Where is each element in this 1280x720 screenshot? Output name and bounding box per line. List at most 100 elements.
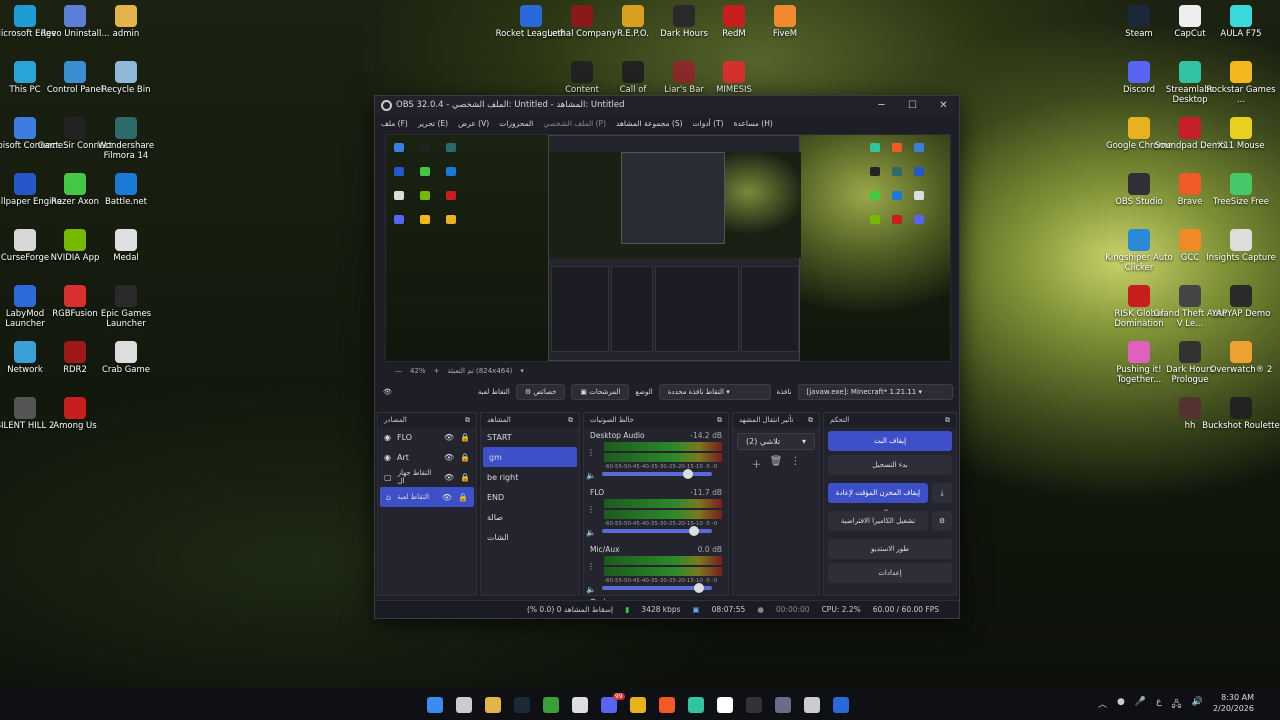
more-icon[interactable]: ⋮ (584, 448, 598, 457)
stop-streaming-button[interactable]: إيقاف البث (828, 431, 952, 451)
remove-transition-icon[interactable]: 🗑 (770, 456, 783, 471)
scene-item[interactable]: START (481, 427, 579, 447)
minimize-button[interactable]: ─ (866, 100, 897, 111)
speaker-icon[interactable]: 🔈 (584, 471, 598, 480)
desktop-icon[interactable]: X11 Mouse (1201, 117, 1280, 151)
taskbar-app-icon[interactable] (775, 697, 791, 713)
desktop-icon[interactable]: Overwatch® 2 (1201, 341, 1280, 375)
taskbar-app-icon[interactable] (688, 697, 704, 713)
taskbar-app-icon[interactable] (427, 697, 443, 713)
taskbar-app-icon[interactable] (630, 697, 646, 713)
menu-view[interactable]: عرض (V) (458, 119, 489, 128)
maximize-button[interactable]: ☐ (897, 100, 928, 111)
more-icon[interactable]: ⋮ (584, 505, 598, 514)
desktop-icon[interactable]: Recycle Bin (86, 61, 166, 95)
mode-select[interactable]: التقاط نافذة محددة ▾ (658, 384, 771, 400)
eye-icon[interactable]: 👁 (444, 433, 454, 442)
volume-knob[interactable] (688, 526, 699, 536)
desktop-icon[interactable]: TreeSize Free (1201, 173, 1280, 207)
desktop-icon[interactable]: AULA F75 (1201, 5, 1280, 39)
source-row-capture-device[interactable]: ▢ التقاط جهاز ال 👁 🔒 (378, 467, 476, 487)
show-hidden-icons[interactable]: ︿ (1098, 697, 1107, 713)
menu-tools[interactable]: أدوات (T) (693, 119, 724, 128)
tray-app-icon[interactable]: ● (1117, 697, 1125, 713)
lock-icon[interactable]: 🔒 (460, 453, 470, 462)
desktop-icon[interactable]: Buckshot Roulette (1201, 397, 1280, 431)
eye-icon[interactable]: 👁 (444, 453, 454, 462)
more-icon[interactable]: ⋮ (584, 562, 598, 571)
properties-button[interactable]: ⚙ خصائص (515, 384, 566, 400)
volume-knob[interactable] (683, 469, 694, 479)
scene-item[interactable]: صالة (481, 507, 579, 527)
menu-help[interactable]: مساعدة (H) (734, 119, 773, 128)
taskbar-app-icon[interactable] (514, 697, 530, 713)
undock-icon[interactable]: ⧉ (568, 413, 573, 427)
menu-docks[interactable]: المحزوزات (499, 119, 533, 128)
undock-icon[interactable]: ⧉ (945, 413, 950, 427)
source-row-art[interactable]: ◉ Art 👁 🔒 (378, 447, 476, 467)
volume-slider[interactable] (602, 469, 712, 479)
eye-icon[interactable]: 👁 (444, 473, 454, 482)
filters-button[interactable]: ▣ المرشحات (571, 384, 630, 400)
scene-item[interactable]: الشات (481, 527, 579, 547)
desktop-icon[interactable]: Crab Game (86, 341, 166, 375)
desktop-icon[interactable]: MIMESIS (694, 61, 774, 95)
stop-replay-buffer-button[interactable]: إيقاف المخزن المؤقت لإعادة العرض (828, 483, 928, 517)
desktop-icon[interactable]: FiveM (745, 5, 825, 39)
lock-icon[interactable]: 🔒 (460, 473, 470, 482)
save-replay-icon[interactable]: ⤓ (932, 483, 952, 503)
volume-knob[interactable] (694, 583, 705, 593)
language-indicator[interactable]: ع (1156, 697, 1161, 713)
start-virtual-camera-button[interactable]: تشغيل الكاميرا الافتراضية (828, 511, 928, 531)
microphone-icon[interactable]: 🎤 (1135, 697, 1146, 713)
lock-icon[interactable]: 🔒 (458, 493, 468, 502)
zoom-out-icon[interactable]: — (395, 367, 402, 375)
taskbar-app-icon[interactable] (746, 697, 762, 713)
taskbar-app-icon[interactable] (543, 697, 559, 713)
taskbar-app-icon[interactable] (833, 697, 849, 713)
speaker-icon[interactable]: 🔈 (584, 585, 598, 594)
taskbar-app-icon[interactable] (572, 697, 588, 713)
taskbar-app-icon[interactable] (804, 697, 820, 713)
taskbar-app-icon[interactable] (485, 697, 501, 713)
studio-mode-button[interactable]: طور الاستديو (828, 539, 952, 559)
clock[interactable]: 8:30 AM 2/20/2026 (1213, 692, 1254, 714)
menu-edit[interactable]: تحرير (E) (418, 119, 448, 128)
desktop-icon[interactable]: admin (86, 5, 166, 39)
settings-button[interactable]: إعدادات (828, 563, 952, 583)
desktop-icon[interactable]: YAPYAP Demo (1201, 285, 1280, 319)
undock-icon[interactable]: ⧉ (717, 413, 722, 427)
window-select[interactable]: [javaw.exe]: Minecraft* 1.21.11 ▾ (797, 384, 953, 400)
scene-item[interactable]: gm (483, 447, 577, 467)
taskbar-app-icon[interactable] (659, 697, 675, 713)
zoom-dropdown-icon[interactable]: ▾ (520, 367, 524, 375)
volume-slider[interactable] (602, 583, 712, 593)
undock-icon[interactable]: ⧉ (808, 413, 813, 427)
add-transition-icon[interactable]: ＋ (752, 456, 762, 471)
menu-profile[interactable]: الملف الشخصي (P) (543, 119, 606, 128)
speaker-icon[interactable]: 🔈 (584, 528, 598, 537)
taskbar-app-icon[interactable] (456, 697, 472, 713)
source-row-flo[interactable]: ◉ FLO 👁 🔒 (378, 427, 476, 447)
scene-item[interactable]: END (481, 487, 579, 507)
volume-slider[interactable] (602, 526, 712, 536)
network-icon[interactable]: 🖧 (1171, 697, 1181, 713)
desktop-icon[interactable]: Epic Games Launcher (86, 285, 166, 329)
taskbar-app-icon[interactable] (717, 697, 733, 713)
start-recording-button[interactable]: بدء التسجيل (828, 455, 952, 475)
eye-icon[interactable]: 👁 (442, 493, 452, 502)
zoom-in-icon[interactable]: + (434, 367, 440, 375)
volume-icon[interactable]: 🔊 (1192, 697, 1203, 713)
preview-canvas[interactable] (385, 134, 951, 362)
desktop-icon[interactable]: Wondershare Filmora 14 (86, 117, 166, 161)
menu-scene-collection[interactable]: مجموعة المشاهد (S) (616, 119, 683, 128)
source-row-game-capture[interactable]: ⌂ التقاط لعبة 👁 🔒 (380, 487, 474, 507)
desktop-icon[interactable]: Among Us (35, 397, 115, 431)
lock-icon[interactable]: 🔒 (460, 433, 470, 442)
title-bar[interactable]: OBS 32.0.4 - الملف الشخصي: Untitled - ال… (375, 96, 959, 114)
transition-select[interactable]: تلاشي (2) ▾ (737, 433, 815, 450)
virtualcam-settings-icon[interactable]: ⚙ (932, 511, 952, 531)
desktop-icon[interactable]: Rockstar Games ... (1201, 61, 1280, 105)
desktop-icon[interactable]: Battle.net (86, 173, 166, 207)
scene-item[interactable]: be right (481, 467, 579, 487)
